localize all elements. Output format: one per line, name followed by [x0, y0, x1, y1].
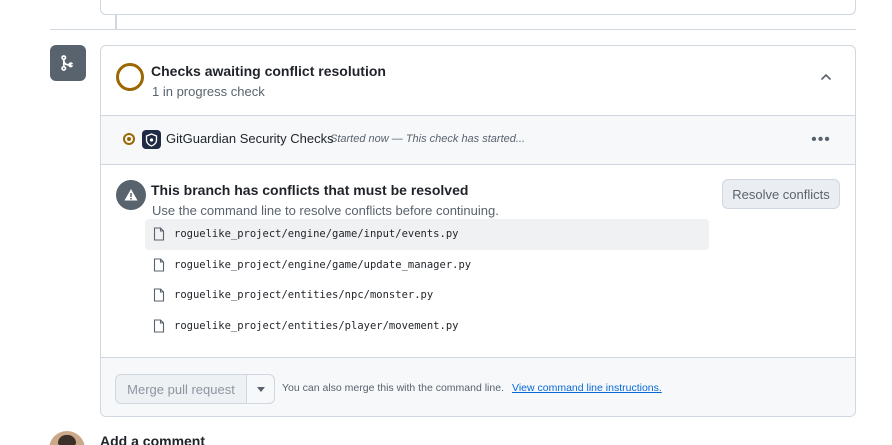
resolve-conflicts-button[interactable]: Resolve conflicts [722, 179, 840, 209]
merge-box: Checks awaiting conflict resolution 1 in… [100, 45, 856, 417]
file-icon [153, 258, 165, 272]
conflict-file-item[interactable]: roguelike_project/entities/npc/monster.p… [145, 280, 709, 311]
conflict-file-list: roguelike_project/engine/game/input/even… [145, 219, 709, 341]
avatar[interactable] [49, 431, 85, 445]
timeline-connector [115, 14, 117, 30]
checks-header: Checks awaiting conflict resolution 1 in… [101, 46, 855, 116]
conflict-file-item[interactable]: roguelike_project/entities/player/moveme… [145, 311, 709, 342]
merge-options-dropdown[interactable] [246, 374, 275, 404]
alert-icon [116, 180, 146, 210]
pending-status-icon [116, 63, 144, 91]
merge-pull-request-button[interactable]: Merge pull request [115, 374, 247, 404]
previous-timeline-card [100, 0, 856, 15]
merge-note: You can also merge this with the command… [282, 382, 504, 394]
add-comment-heading: Add a comment [100, 433, 206, 445]
kebab-menu-icon[interactable]: ••• [811, 130, 831, 150]
file-path: roguelike_project/entities/npc/monster.p… [174, 289, 434, 302]
caret-down-icon [256, 386, 265, 392]
gitguardian-logo-icon [142, 130, 161, 149]
command-line-instructions-link[interactable]: View command line instructions. [512, 382, 662, 394]
check-name[interactable]: GitGuardian Security Checks [166, 131, 334, 146]
file-icon [153, 288, 165, 302]
checks-subtitle: 1 in progress check [152, 84, 265, 99]
git-merge-icon [50, 45, 86, 81]
merge-section: Merge pull request You can also merge th… [101, 358, 855, 416]
file-path: roguelike_project/entities/player/moveme… [174, 319, 459, 332]
file-icon [153, 319, 165, 333]
chevron-up-icon[interactable] [817, 68, 835, 86]
timeline-divider [50, 29, 856, 30]
file-path: roguelike_project/engine/game/update_man… [174, 258, 472, 271]
check-status: Started now — This check has started... [330, 133, 526, 145]
conflict-file-item[interactable]: roguelike_project/engine/game/update_man… [145, 250, 709, 281]
conflicts-section: This branch has conflicts that must be r… [101, 165, 855, 358]
conflict-file-item[interactable]: roguelike_project/engine/game/input/even… [145, 219, 709, 250]
conflicts-title: This branch has conflicts that must be r… [151, 182, 469, 198]
in-progress-icon [123, 133, 135, 145]
checks-title: Checks awaiting conflict resolution [151, 63, 386, 79]
file-icon [153, 227, 165, 241]
file-path: roguelike_project/engine/game/input/even… [174, 228, 459, 241]
conflicts-description: Use the command line to resolve conflict… [152, 203, 499, 218]
check-row: GitGuardian Security Checks Started now … [101, 116, 855, 165]
